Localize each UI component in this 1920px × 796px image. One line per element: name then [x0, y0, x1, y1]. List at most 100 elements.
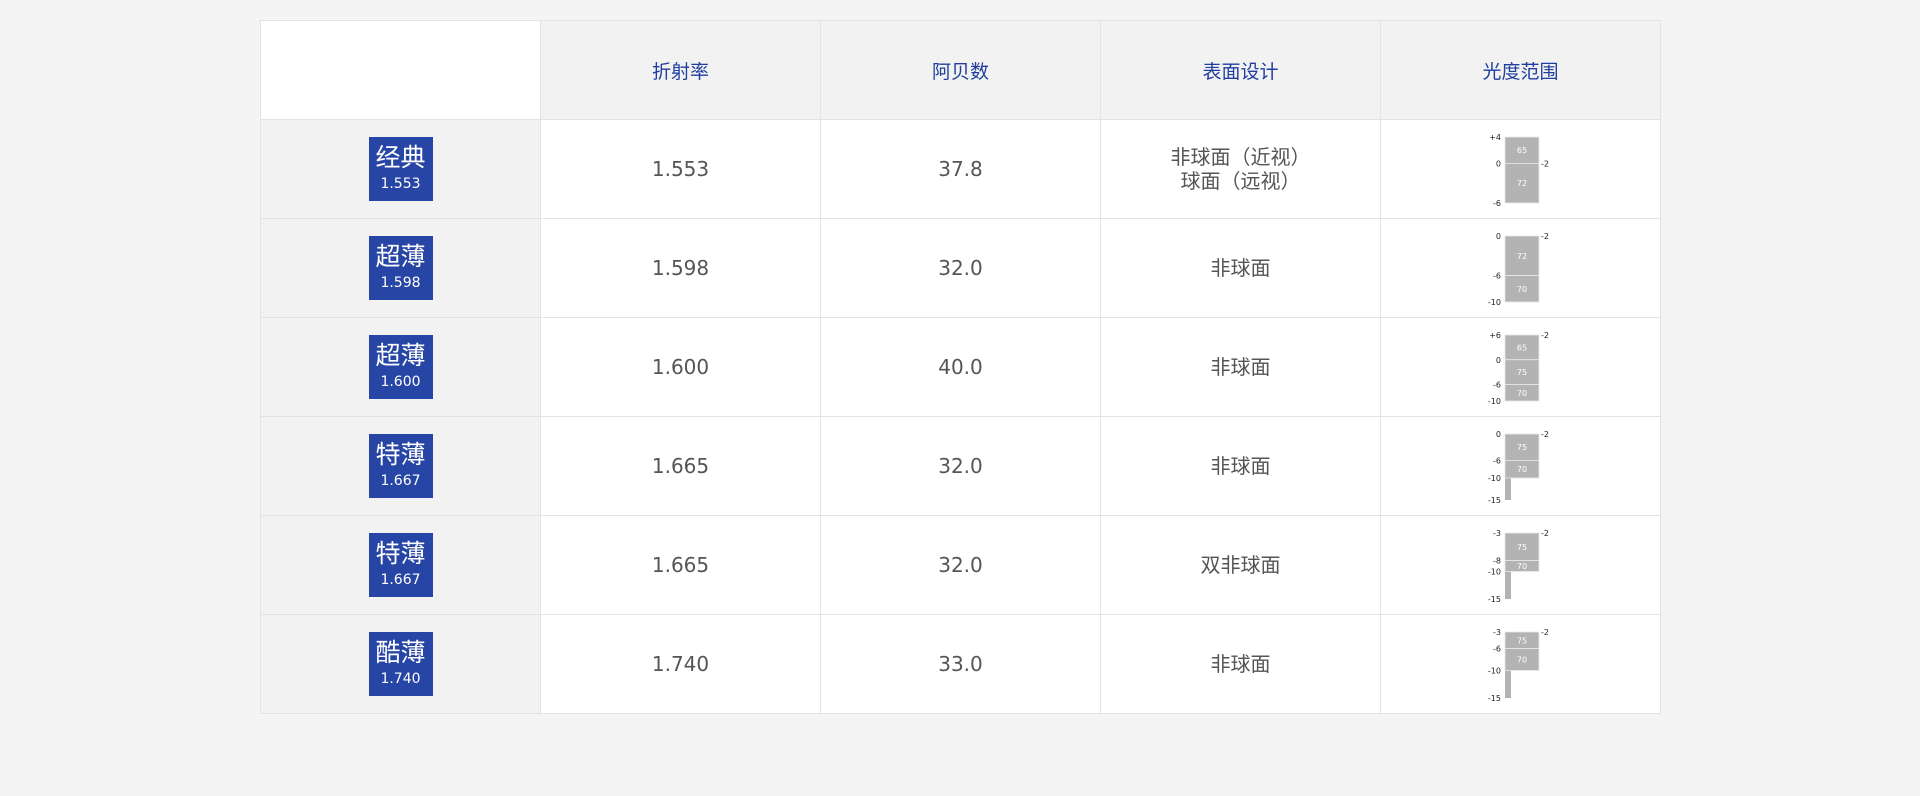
range-tick-label: 0: [1495, 232, 1500, 241]
range-segment-label: 72: [1516, 179, 1526, 188]
surface-design-text: 球面（远视）: [1180, 169, 1301, 193]
range-tick-label: -3: [1493, 529, 1501, 538]
lens-badge-index: 1.667: [380, 572, 421, 588]
power-range-diagram: 65 75 70 +6 0 -6 -10 -2: [1487, 331, 1549, 406]
surface-design-cell: 非球面: [1100, 218, 1381, 318]
range-tick-label: -6: [1493, 456, 1501, 465]
range-segment-label: 75: [1516, 443, 1526, 452]
range-tick-label: +4: [1489, 133, 1501, 142]
header-corner-cell: [260, 20, 541, 120]
refractive-index-cell: 1.553: [540, 119, 821, 219]
power-range-cell: 72 70 0 -6 -10 -2: [1380, 218, 1661, 318]
range-cyl-label: -2: [1541, 628, 1549, 637]
power-range-diagram: 72 70 0 -6 -10 -2: [1487, 232, 1549, 307]
range-tick-label: 0: [1495, 159, 1500, 168]
range-tick-label: -10: [1487, 568, 1500, 577]
lens-badge: 经典 1.553: [368, 137, 433, 201]
lens-badge-cell: 超薄 1.598: [260, 218, 541, 318]
lens-badge-cell: 特薄 1.667: [260, 416, 541, 516]
range-tick-label: -3: [1493, 628, 1501, 637]
surface-design-text: 双非球面: [1200, 553, 1281, 577]
range-cyl-label: -2: [1541, 529, 1549, 538]
range-cyl-label: -2: [1541, 232, 1549, 241]
range-tick-label: +6: [1489, 331, 1501, 340]
power-range-diagram: 75 70 0 -6 -10 -15 -2: [1487, 430, 1549, 505]
lens-badge-index: 1.600: [380, 374, 421, 390]
range-segment-label: 72: [1516, 252, 1526, 261]
lens-badge-name: 特薄: [375, 539, 426, 568]
range-segment-label: 70: [1516, 465, 1526, 474]
refractive-index-cell: 1.598: [540, 218, 821, 318]
range-tick-label: -10: [1487, 397, 1500, 406]
power-range-cell: 65 75 70 +6 0 -6 -10 -2: [1380, 317, 1661, 417]
range-tick-label: -10: [1487, 298, 1500, 307]
refractive-index-cell: 1.600: [540, 317, 821, 417]
lens-badge-cell: 酷薄 1.740: [260, 614, 541, 714]
surface-design-cell: 双非球面: [1100, 515, 1381, 615]
range-tick-label: -15: [1487, 496, 1500, 505]
range-cyl-label: -2: [1541, 159, 1549, 168]
power-range-diagram: 75 70 -3 -8 -10 -15 -2: [1487, 529, 1549, 604]
range-cyl-label: -2: [1541, 430, 1549, 439]
refractive-index-cell: 1.665: [540, 515, 821, 615]
lens-badge-name: 特薄: [375, 440, 426, 469]
abbe-number-cell: 32.0: [820, 218, 1101, 318]
power-range-cell: 75 70 -3 -6 -10 -15 -2: [1380, 614, 1661, 714]
power-range-cell: 65 72 +4 0 -6 -2: [1380, 119, 1661, 219]
lens-badge-index: 1.598: [380, 275, 421, 291]
table-row: 超薄 1.598 1.598 32.0 非球面 72 70 0 -6 -10 -2: [260, 218, 1661, 318]
surface-design-text: 非球面（近视）: [1170, 145, 1311, 169]
range-tick-label: -10: [1487, 474, 1500, 483]
header-row: 折射率 阿贝数 表面设计 光度范围: [260, 20, 1661, 120]
refractive-index-cell: 1.665: [540, 416, 821, 516]
abbe-number-cell: 33.0: [820, 614, 1101, 714]
refractive-index-cell: 1.740: [540, 614, 821, 714]
surface-design-cell: 非球面: [1100, 317, 1381, 417]
lens-badge-name: 超薄: [375, 341, 426, 370]
range-segment-label: 75: [1516, 543, 1526, 552]
range-cyl-label: -2: [1541, 331, 1549, 340]
table-row: 超薄 1.600 1.600 40.0 非球面 65 75 70 +6 0 -6 -10 -2: [260, 317, 1661, 417]
lens-badge-name: 酷薄: [375, 638, 426, 667]
lens-badge-name: 经典: [375, 143, 426, 172]
range-segment-label: 70: [1516, 389, 1526, 398]
range-tick-label: 0: [1495, 356, 1500, 365]
surface-design-text: 非球面: [1210, 355, 1271, 379]
lens-badge-cell: 超薄 1.600: [260, 317, 541, 417]
power-range-cell: 75 70 0 -6 -10 -15 -2: [1380, 416, 1661, 516]
range-segment-label: 70: [1516, 656, 1526, 665]
lens-spec-table: 折射率 阿贝数 表面设计 光度范围 经典 1.553 1.553 37.8 非球面（近视…: [260, 20, 1661, 714]
header-power-range: 光度范围: [1380, 20, 1661, 120]
abbe-number-cell: 37.8: [820, 119, 1101, 219]
range-tail-bar: [1504, 571, 1511, 599]
range-tick-label: -6: [1493, 381, 1501, 390]
range-segment-label: 70: [1516, 562, 1526, 571]
range-segment-label: 75: [1516, 636, 1526, 645]
table-row: 酷薄 1.740 1.740 33.0 非球面 75 70 -3 -6 -10 -15 -2: [260, 614, 1661, 714]
lens-badge-name: 超薄: [375, 242, 426, 271]
surface-design-cell: 非球面（近视） 球面（远视）: [1100, 119, 1381, 219]
power-range-diagram: 75 70 -3 -6 -10 -15 -2: [1487, 628, 1549, 703]
range-tick-label: -6: [1493, 645, 1501, 654]
range-tail-bar: [1504, 478, 1511, 500]
lens-spec-table-container: 折射率 阿贝数 表面设计 光度范围 经典 1.553 1.553 37.8 非球面（近视…: [260, 20, 1661, 714]
range-tick-label: -6: [1493, 272, 1501, 281]
abbe-number-cell: 32.0: [820, 515, 1101, 615]
table-row: 特薄 1.667 1.665 32.0 非球面 75 70 0 -6 -10 -15 -2: [260, 416, 1661, 516]
lens-badge: 特薄 1.667: [368, 533, 433, 597]
range-tick-label: 0: [1495, 430, 1500, 439]
lens-badge-cell: 特薄 1.667: [260, 515, 541, 615]
power-range-diagram: 65 72 +4 0 -6 -2: [1489, 133, 1549, 208]
table-row: 特薄 1.667 1.665 32.0 双非球面 75 70 -3 -8 -10 -15 -2: [260, 515, 1661, 615]
surface-design-cell: 非球面: [1100, 416, 1381, 516]
range-segment-label: 75: [1516, 368, 1526, 377]
header-abbe-number: 阿贝数: [820, 20, 1101, 120]
lens-badge: 超薄 1.598: [368, 236, 433, 300]
header-surface-design: 表面设计: [1100, 20, 1381, 120]
range-segment-label: 70: [1516, 285, 1526, 294]
lens-badge: 酷薄 1.740: [368, 632, 433, 696]
range-tick-label: -6: [1493, 199, 1501, 208]
surface-design-text: 非球面: [1210, 652, 1271, 676]
range-segment-label: 65: [1516, 343, 1526, 352]
surface-design-cell: 非球面: [1100, 614, 1381, 714]
